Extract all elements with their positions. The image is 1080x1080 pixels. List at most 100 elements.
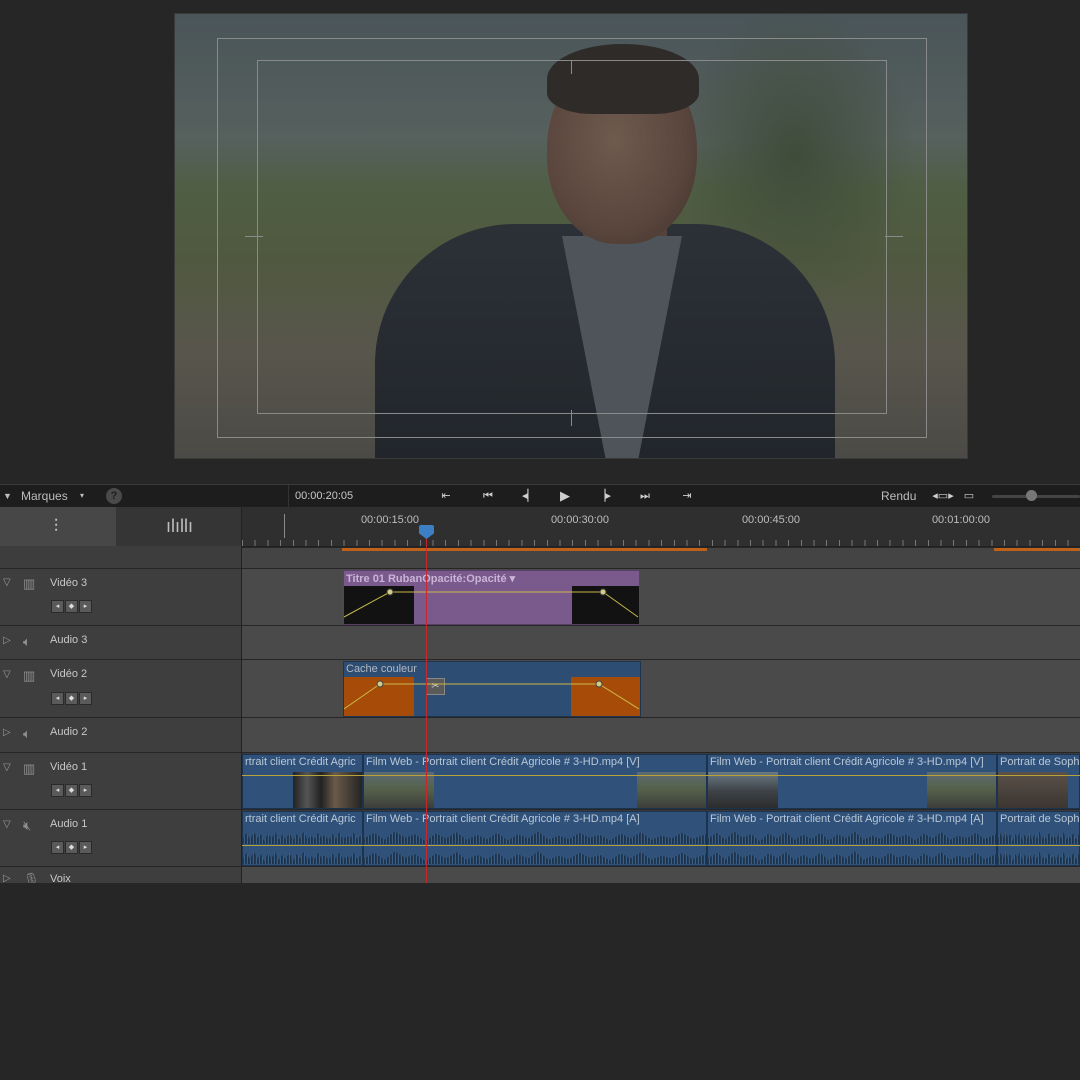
timeline-view-tab[interactable]: ⫶ [0,507,116,546]
video-clip[interactable]: Film Web - Portrait client Crédit Agrico… [363,754,707,809]
track-name: Audio 2 [50,726,88,738]
add-keyframe-icon[interactable]: ◆ [65,692,78,705]
audio-waveform [243,831,362,844]
zoom-out-icon[interactable]: ▭ [957,485,981,507]
ruler-ticks [242,540,1080,546]
title-clip[interactable]: Titre 01 RubanOpacité:Opacité ▾ [343,570,640,625]
previous-edit-icon[interactable]: ⏮ [476,485,500,507]
lane-video-3: Titre 01 RubanOpacité:Opacité ▾ [242,568,1080,625]
keyframe-navigator: ◂ ◆ ▸ [51,841,93,854]
clip-label: rtrait client Crédit Agric [245,813,356,825]
opacity-keyframe-graph[interactable] [344,571,640,625]
video-clip[interactable]: Film Web - Portrait client Crédit Agrico… [707,754,997,809]
volume-line[interactable] [242,845,1080,846]
collapse-triangle-icon[interactable]: ▽ [3,669,11,680]
ruler-label: 00:01:00:00 [931,514,991,526]
next-edit-icon[interactable]: ⏭ [633,485,657,507]
clip-label: Film Web - Portrait client Crédit Agrico… [710,813,984,825]
next-keyframe-icon[interactable]: ▸ [79,600,92,613]
go-to-start-marker-icon[interactable]: ⇤ [434,485,458,507]
next-keyframe-icon[interactable]: ▸ [79,692,92,705]
go-to-end-marker-icon[interactable]: ⇥ [675,485,699,507]
prev-keyframe-icon[interactable]: ◂ [51,600,64,613]
film-icon[interactable]: ▥ [23,761,35,777]
prev-keyframe-icon[interactable]: ◂ [51,784,64,797]
expand-triangle-icon[interactable]: ▷ [3,727,11,738]
clip-thumbnail [364,772,434,808]
safe-tick-left [245,236,263,237]
speaker-icon[interactable]: 🔈︎ [23,634,31,650]
step-back-icon[interactable]: ◂▏ [517,485,541,507]
play-icon[interactable]: ▶ [553,485,577,507]
clip-label: rtrait client Crédit Agric [245,756,356,768]
safe-tick-bottom [571,410,572,426]
next-keyframe-icon[interactable]: ▸ [79,841,92,854]
microphone-icon[interactable]: 🎙︎ [23,872,40,883]
opacity-keyframe-graph[interactable] [344,662,641,717]
clip-thumbnail [637,772,706,808]
collapse-triangle-icon[interactable]: ▽ [3,762,11,773]
expand-triangle-icon[interactable]: ▷ [3,635,11,646]
audio-clip[interactable]: Film Web - Portrait client Crédit Agrico… [363,811,707,866]
work-area-bar[interactable] [994,548,1080,551]
color-matte-clip[interactable]: Cache couleur ✂ [343,661,641,717]
track-header-audio-2: ▷ 🔈︎ Audio 2 [0,717,241,752]
clip-thumbnail [927,772,996,808]
lane-voice [242,866,1080,883]
film-icon[interactable]: ▥ [23,668,35,684]
render-button[interactable]: Rendu [881,485,916,507]
audio-clip[interactable]: Portrait de Soph [997,811,1080,866]
clip-thumbnail [708,772,778,808]
next-keyframe-icon[interactable]: ▸ [79,784,92,797]
prev-keyframe-icon[interactable]: ◂ [51,841,64,854]
title-safe-frame [257,60,887,414]
audio-view-tab[interactable]: ılıllı [116,507,241,546]
collapse-triangle-icon[interactable]: ▽ [3,577,11,588]
add-keyframe-icon[interactable]: ◆ [65,600,78,613]
ruler-start-marker [284,514,285,538]
prev-keyframe-icon[interactable]: ◂ [51,692,64,705]
track-headers: ⫶ ılıllı ▽ ▥ Vidéo 3 ◂ ◆ ▸ ▷ 🔈︎ Audio 3 ▽ … [0,507,242,883]
timeline-view-icon: ⫶ [53,516,59,536]
track-name: Voix [50,873,71,883]
audio-waveform [998,851,1079,864]
zoom-slider-knob[interactable] [1026,490,1037,501]
ruler-label: 00:00:15:00 [360,514,420,526]
markers-menu[interactable]: Marques [21,485,68,507]
safe-tick-top [571,60,572,74]
help-icon[interactable]: ? [106,488,122,504]
time-ruler[interactable]: 00:00:15:00 00:00:30:00 00:00:45:00 00:0… [242,507,1080,547]
collapse-triangle-icon[interactable]: ▽ [3,819,11,830]
clip-label: Portrait de Soph [1000,813,1080,825]
lane-audio-2 [242,717,1080,752]
muted-speaker-icon[interactable]: 🔇︎ [23,818,31,834]
track-name: Vidéo 3 [50,577,88,589]
audio-clip[interactable]: rtrait client Crédit Agric [242,811,363,866]
fit-timeline-icon[interactable]: ◂▭▸ [931,485,955,507]
markers-dropdown-icon[interactable]: ▾ [80,485,84,507]
audio-clip[interactable]: Film Web - Portrait client Crédit Agrico… [707,811,997,866]
work-area-bar[interactable] [342,548,707,551]
timecode-display[interactable]: 00:00:20:05 [288,485,438,507]
video-clip[interactable]: Portrait de Soph [997,754,1080,809]
clip-label: Film Web - Portrait client Crédit Agrico… [366,756,640,768]
markers-menu-triangle-icon[interactable]: ▼ [3,485,12,507]
keyframe-navigator: ◂ ◆ ▸ [51,600,93,613]
clip-label: Film Web - Portrait client Crédit Agrico… [710,756,984,768]
step-forward-icon[interactable]: ▕▸ [592,485,616,507]
lane-video-2: Cache couleur ✂ [242,659,1080,717]
audio-waveform-icon: ılıllı [166,516,193,536]
track-header-audio-1: ▽ 🔇︎ Audio 1 ◂ ◆ ▸ [0,809,241,866]
speaker-icon[interactable]: 🔈︎ [23,726,31,742]
add-keyframe-icon[interactable]: ◆ [65,784,78,797]
safe-tick-right [885,236,903,237]
keyframe-navigator: ◂ ◆ ▸ [51,784,93,797]
opacity-line[interactable] [242,775,1080,776]
add-keyframe-icon[interactable]: ◆ [65,841,78,854]
film-icon[interactable]: ▥ [23,576,35,592]
expand-triangle-icon[interactable]: ▷ [3,873,11,883]
video-clip[interactable]: rtrait client Crédit Agric [242,754,363,809]
video-preview[interactable] [174,13,968,459]
audio-waveform [708,831,996,844]
audio-waveform [364,851,706,864]
